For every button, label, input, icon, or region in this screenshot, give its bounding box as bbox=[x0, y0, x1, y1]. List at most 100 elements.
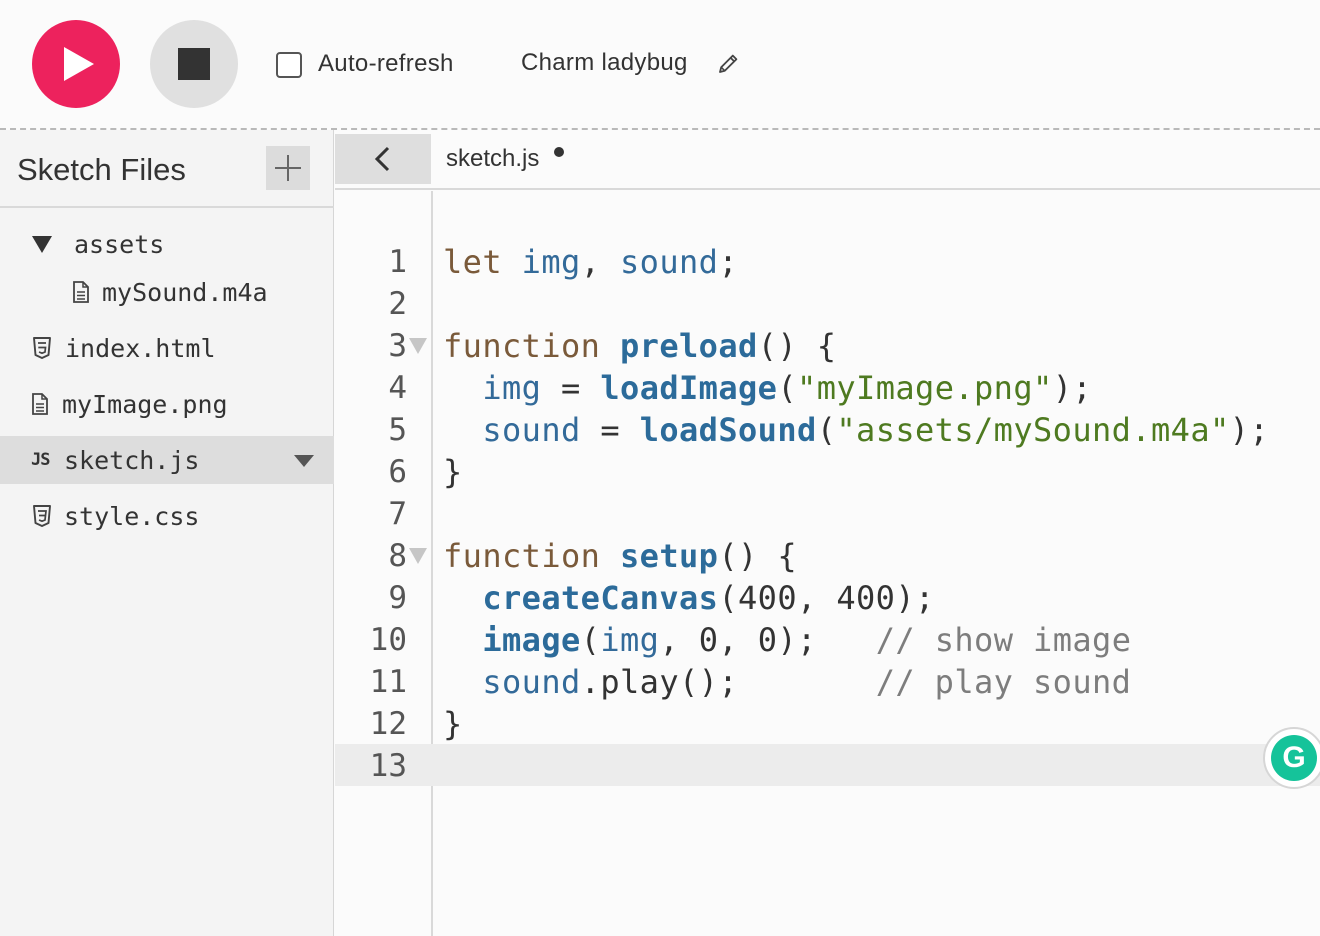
code-function: setup bbox=[620, 537, 719, 575]
code-variable: sound bbox=[620, 243, 719, 281]
code-line[interactable]: } bbox=[443, 703, 463, 745]
code-line[interactable]: createCanvas(400, 400); bbox=[443, 577, 935, 619]
code-punctuation: 400); bbox=[836, 579, 935, 617]
play-button[interactable] bbox=[32, 20, 120, 108]
stop-button[interactable] bbox=[150, 20, 238, 108]
file-name: style.css bbox=[64, 502, 200, 531]
line-number: 6 bbox=[388, 454, 407, 490]
code-punctuation: 0); bbox=[757, 621, 817, 659]
line-number: 1 bbox=[388, 244, 407, 280]
line-number: 7 bbox=[388, 496, 407, 532]
file-sidebar: Sketch Files assets mySound.m4a index.ht… bbox=[0, 130, 334, 936]
code-line[interactable]: sound.play(); // play sound bbox=[443, 661, 1131, 703]
code-punctuation: (400, bbox=[718, 579, 817, 617]
file-name: mySound.m4a bbox=[102, 278, 268, 307]
code-punctuation: { bbox=[777, 537, 798, 575]
file-item-index-html[interactable]: index.html bbox=[0, 324, 334, 372]
code-variable: img bbox=[521, 243, 581, 281]
code-line[interactable]: } bbox=[443, 451, 463, 493]
code-punctuation: = bbox=[600, 411, 621, 449]
line-number: 2 bbox=[388, 286, 407, 322]
code-punctuation: ; bbox=[718, 243, 739, 281]
code-punctuation: } bbox=[443, 453, 463, 491]
code-punctuation: } bbox=[443, 705, 463, 743]
code-punctuation: ( bbox=[816, 411, 837, 449]
play-icon bbox=[64, 47, 94, 81]
file-item-mysound[interactable]: mySound.m4a bbox=[0, 268, 334, 316]
collapse-sidebar-button[interactable] bbox=[335, 134, 431, 184]
code-string: "assets/mySound.m4a" bbox=[836, 411, 1230, 449]
file-item-myimage[interactable]: myImage.png bbox=[0, 380, 334, 428]
file-name: sketch.js bbox=[64, 446, 200, 475]
code-keyword: function bbox=[443, 327, 601, 365]
code-identifier: play bbox=[600, 663, 680, 701]
add-file-button[interactable] bbox=[266, 146, 310, 190]
line-number: 9 bbox=[388, 580, 407, 616]
autorefresh-checkbox[interactable] bbox=[276, 52, 302, 78]
file-options-caret-icon[interactable] bbox=[294, 455, 314, 467]
code-line[interactable]: function setup() { bbox=[443, 535, 797, 577]
toolbar: Auto-refresh Charm ladybug bbox=[0, 0, 1320, 128]
code-punctuation: () bbox=[718, 537, 758, 575]
code-punctuation: . bbox=[580, 663, 601, 701]
pencil-icon[interactable] bbox=[716, 52, 740, 76]
code-variable: img bbox=[600, 621, 660, 659]
code-line[interactable]: sound = loadSound("assets/mySound.m4a"); bbox=[443, 409, 1269, 451]
editor-tab-filename[interactable]: sketch.js bbox=[446, 145, 539, 173]
grammarly-button[interactable]: G bbox=[1263, 727, 1320, 789]
code-comment: // play sound bbox=[875, 663, 1132, 701]
file-icon bbox=[73, 281, 89, 303]
fold-arrow-icon[interactable] bbox=[409, 338, 427, 354]
line-number: 10 bbox=[369, 622, 407, 658]
folder-item-assets[interactable]: assets bbox=[0, 220, 334, 268]
caret-down-icon[interactable] bbox=[32, 236, 52, 253]
code-function: preload bbox=[620, 327, 758, 365]
fold-arrow-icon[interactable] bbox=[409, 548, 427, 564]
code-function: image bbox=[482, 621, 581, 659]
file-name: index.html bbox=[65, 334, 216, 363]
code-punctuation: , bbox=[659, 621, 680, 659]
code-punctuation: (); bbox=[679, 663, 739, 701]
code-line[interactable]: let img, sound; bbox=[443, 241, 738, 283]
code-function: createCanvas bbox=[482, 579, 719, 617]
line-number: 11 bbox=[369, 664, 407, 700]
code-line[interactable]: img = loadImage("myImage.png"); bbox=[443, 367, 1092, 409]
code-punctuation: ); bbox=[1229, 411, 1270, 449]
code-variable: sound bbox=[482, 411, 581, 449]
code-function: loadImage bbox=[600, 369, 778, 407]
file-name: myImage.png bbox=[62, 390, 228, 419]
grammarly-icon: G bbox=[1271, 735, 1317, 781]
code-punctuation: ( bbox=[580, 621, 601, 659]
file-item-style-css[interactable]: style.css bbox=[0, 492, 334, 540]
autorefresh-label[interactable]: Auto-refresh bbox=[318, 50, 454, 78]
code-punctuation: ( bbox=[777, 369, 798, 407]
chevron-left-icon bbox=[374, 146, 390, 172]
code-punctuation: , bbox=[580, 243, 601, 281]
code-punctuation: { bbox=[816, 327, 837, 365]
code-punctuation: = bbox=[561, 369, 581, 407]
file-item-sketch-js[interactable]: JS sketch.js bbox=[0, 436, 334, 484]
line-number: 4 bbox=[388, 370, 407, 406]
code-variable: sound bbox=[482, 663, 581, 701]
project-name[interactable]: Charm ladybug bbox=[521, 49, 688, 77]
line-number: 13 bbox=[369, 748, 407, 784]
code-line[interactable]: function preload() { bbox=[443, 325, 836, 367]
css3-icon bbox=[33, 505, 51, 527]
js-icon: JS bbox=[31, 450, 50, 470]
code-line[interactable]: image(img, 0, 0); // show image bbox=[443, 619, 1131, 661]
